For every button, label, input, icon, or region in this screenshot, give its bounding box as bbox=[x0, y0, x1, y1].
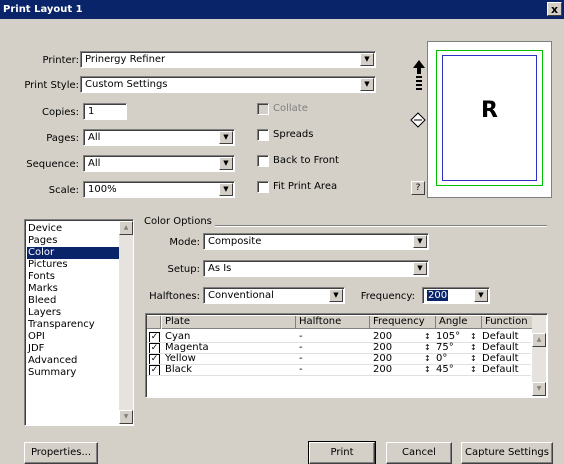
scroll-up-icon[interactable]: ▲ bbox=[119, 221, 133, 235]
print-style-value: Custom Settings bbox=[85, 79, 168, 90]
chevron-down-icon[interactable]: ▼ bbox=[360, 78, 374, 91]
scale-select[interactable]: 100% ▼ bbox=[83, 181, 235, 198]
chevron-down-icon[interactable]: ▼ bbox=[413, 235, 427, 248]
properties-button[interactable]: Properties... bbox=[24, 442, 98, 464]
plates-table[interactable]: Plate Halftone Frequency Angle Function ✓ Cya… bbox=[145, 313, 548, 398]
setup-value: As Is bbox=[208, 263, 232, 274]
color-options-title: Color Options bbox=[144, 216, 215, 227]
chevron-down-icon[interactable]: ▼ bbox=[329, 289, 343, 302]
back-to-front-label: Back to Front bbox=[273, 155, 339, 166]
scroll-down-icon[interactable]: ▼ bbox=[532, 382, 546, 396]
chevron-down-icon[interactable]: ▼ bbox=[474, 289, 488, 302]
title-bar: Print Layout 1 x bbox=[0, 0, 564, 19]
print-button[interactable]: Print bbox=[308, 441, 376, 464]
table-scrollbar[interactable]: ▲ ▼ bbox=[532, 315, 546, 396]
scroll-down-icon[interactable]: ▼ bbox=[119, 410, 133, 424]
halftones-label: Halftones: bbox=[149, 291, 200, 302]
close-button[interactable]: x bbox=[547, 2, 562, 16]
pages-value: All bbox=[88, 132, 101, 143]
column-header-plate[interactable]: Plate bbox=[162, 316, 296, 329]
pages-select[interactable]: All ▼ bbox=[83, 129, 235, 146]
help-button[interactable]: ? bbox=[411, 181, 425, 195]
scroll-up-icon[interactable]: ▲ bbox=[532, 333, 546, 347]
collate-checkbox[interactable] bbox=[257, 103, 269, 115]
sidebar-item-summary[interactable]: Summary bbox=[27, 367, 121, 379]
orientation-icon[interactable] bbox=[410, 112, 426, 128]
copies-input[interactable]: 1 bbox=[83, 103, 127, 120]
printer-select[interactable]: Prinergy Refiner ▼ bbox=[80, 51, 376, 68]
frequency-value: 200 bbox=[427, 290, 449, 301]
row-divider bbox=[147, 375, 531, 376]
frequency-select[interactable]: 200 ▼ bbox=[422, 287, 490, 304]
column-header-frequency[interactable]: Frequency bbox=[370, 316, 436, 329]
mode-select[interactable]: Composite ▼ bbox=[203, 233, 429, 250]
sidebar-item-fonts[interactable]: Fonts bbox=[27, 271, 121, 283]
capture-settings-button[interactable]: Capture Settings bbox=[461, 442, 553, 464]
group-divider bbox=[205, 225, 547, 227]
frequency-label: Frequency: bbox=[360, 291, 415, 302]
column-header-check bbox=[147, 316, 161, 329]
cancel-button[interactable]: Cancel bbox=[386, 442, 452, 464]
page-preview: R bbox=[427, 41, 552, 198]
scrollbar[interactable]: ▲ ▼ bbox=[119, 221, 133, 424]
collate-label: Collate bbox=[273, 103, 308, 114]
sidebar-item-transparency[interactable]: Transparency bbox=[27, 319, 121, 331]
feed-direction-icon bbox=[413, 60, 425, 90]
column-header-angle[interactable]: Angle bbox=[436, 316, 482, 329]
back-to-front-checkbox[interactable] bbox=[257, 155, 269, 167]
sidebar-item-opi[interactable]: OPI bbox=[27, 331, 121, 343]
window-title: Print Layout 1 bbox=[3, 4, 83, 15]
fit-print-area-checkbox[interactable] bbox=[257, 181, 269, 193]
copies-label: Copies: bbox=[42, 107, 79, 118]
sidebar-item-device[interactable]: Device bbox=[27, 223, 121, 235]
print-style-label: Print Style: bbox=[24, 80, 79, 91]
sidebar-item-marks[interactable]: Marks bbox=[27, 283, 121, 295]
sidebar-item-pages[interactable]: Pages bbox=[27, 235, 121, 247]
setup-label: Setup: bbox=[167, 264, 200, 275]
mode-label: Mode: bbox=[169, 237, 200, 248]
chevron-down-icon[interactable]: ▼ bbox=[413, 262, 427, 275]
sequence-label: Sequence: bbox=[26, 159, 79, 170]
chevron-down-icon[interactable]: ▼ bbox=[360, 53, 374, 66]
sidebar-item-bleed[interactable]: Bleed bbox=[27, 295, 121, 307]
spreads-label: Spreads bbox=[273, 129, 314, 140]
sequence-select[interactable]: All ▼ bbox=[83, 155, 235, 172]
chevron-down-icon[interactable]: ▼ bbox=[219, 131, 233, 144]
halftones-value: Conventional bbox=[208, 290, 274, 301]
column-header-halftone[interactable]: Halftone bbox=[296, 316, 370, 329]
halftones-select[interactable]: Conventional ▼ bbox=[203, 287, 345, 304]
printer-label: Printer: bbox=[42, 55, 79, 66]
printer-value: Prinergy Refiner bbox=[85, 54, 166, 65]
print-style-select[interactable]: Custom Settings ▼ bbox=[80, 76, 376, 93]
sidebar-item-layers[interactable]: Layers bbox=[27, 307, 121, 319]
preview-letter: R bbox=[481, 98, 498, 123]
chevron-down-icon[interactable]: ▼ bbox=[219, 183, 233, 196]
mode-value: Composite bbox=[208, 236, 262, 247]
pages-label: Pages: bbox=[46, 133, 79, 144]
sidebar-item-pictures[interactable]: Pictures bbox=[27, 259, 121, 271]
sequence-value: All bbox=[88, 158, 101, 169]
spreads-checkbox[interactable] bbox=[257, 129, 269, 141]
sidebar-item-color[interactable]: Color bbox=[27, 247, 121, 259]
setup-select[interactable]: As Is ▼ bbox=[203, 260, 429, 277]
sidebar-item-jdf[interactable]: JDF bbox=[27, 343, 121, 355]
scale-label: Scale: bbox=[48, 185, 79, 196]
category-list[interactable]: Device Pages Color Pictures Fonts Marks Bleed L… bbox=[24, 219, 134, 426]
sidebar-item-advanced[interactable]: Advanced bbox=[27, 355, 121, 367]
scale-value: 100% bbox=[88, 184, 117, 195]
chevron-down-icon[interactable]: ▼ bbox=[219, 157, 233, 170]
fit-print-area-label: Fit Print Area bbox=[273, 181, 338, 192]
